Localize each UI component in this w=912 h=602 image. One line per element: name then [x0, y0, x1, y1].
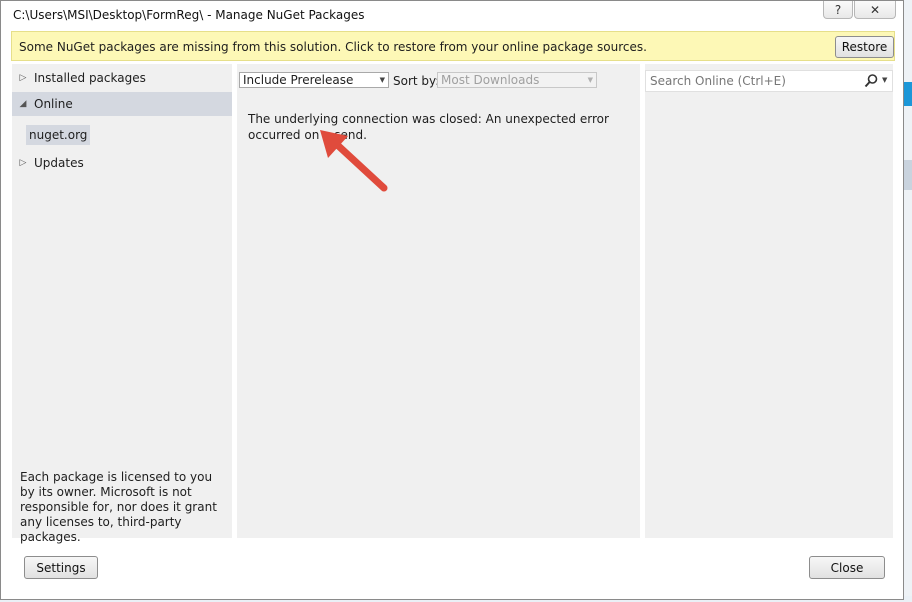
restore-button[interactable]: Restore [835, 36, 894, 58]
close-button[interactable]: Close [809, 556, 885, 579]
window-close-button[interactable]: ✕ [854, 1, 896, 19]
search-options-arrow-icon[interactable]: ▼ [882, 76, 887, 84]
close-icon: ✕ [869, 2, 881, 17]
infobar-message: Some NuGet packages are missing from thi… [19, 40, 647, 54]
sidebar-item-label: Updates [34, 156, 84, 170]
background-window-fragment [904, 82, 912, 106]
sortby-label: Sort by: [393, 74, 440, 88]
collapse-triangle-icon[interactable]: ◢ [12, 99, 34, 109]
window-title: C:\Users\MSI\Desktop\FormReg\ - Manage N… [13, 8, 365, 22]
annotation-arrow-icon [320, 130, 388, 192]
search-box[interactable]: ▼ [645, 70, 893, 92]
error-message: The underlying connection was closed: An… [248, 112, 609, 142]
sidebar-item-online[interactable]: ◢ Online [12, 92, 232, 116]
help-icon: ? [834, 2, 842, 17]
sidebar-item-updates[interactable]: ▷ Updates [12, 151, 232, 175]
search-icon[interactable] [863, 73, 879, 89]
missing-packages-infobar[interactable]: Some NuGet packages are missing from thi… [11, 31, 895, 61]
dropdown-arrow-icon: ▼ [587, 76, 593, 84]
help-button[interactable]: ? [823, 1, 853, 19]
sidebar-item-label: Installed packages [34, 71, 146, 85]
title-bar[interactable]: C:\Users\MSI\Desktop\FormReg\ - Manage N… [1, 1, 903, 29]
background-window-fragment [904, 160, 912, 190]
prerelease-value: Include Prerelease [243, 73, 354, 87]
settings-button[interactable]: Settings [24, 556, 98, 579]
sidebar-subitem-nuget-org[interactable]: nuget.org [26, 125, 91, 145]
search-input[interactable] [650, 73, 850, 89]
sortby-value: Most Downloads [441, 73, 540, 87]
sidebar-item-label: Online [34, 97, 73, 111]
sortby-dropdown[interactable]: Most Downloads ▼ [437, 72, 597, 88]
prerelease-dropdown[interactable]: Include Prerelease ▼ [239, 72, 389, 88]
license-notice: Each package is licensed to you by its o… [20, 470, 217, 544]
package-list-content [237, 97, 640, 538]
dropdown-arrow-icon: ▼ [379, 76, 385, 84]
sidebar-item-installed-packages[interactable]: ▷ Installed packages [12, 66, 232, 90]
package-details-panel [645, 64, 893, 538]
expand-triangle-icon[interactable]: ▷ [12, 158, 34, 168]
expand-triangle-icon[interactable]: ▷ [12, 73, 34, 83]
